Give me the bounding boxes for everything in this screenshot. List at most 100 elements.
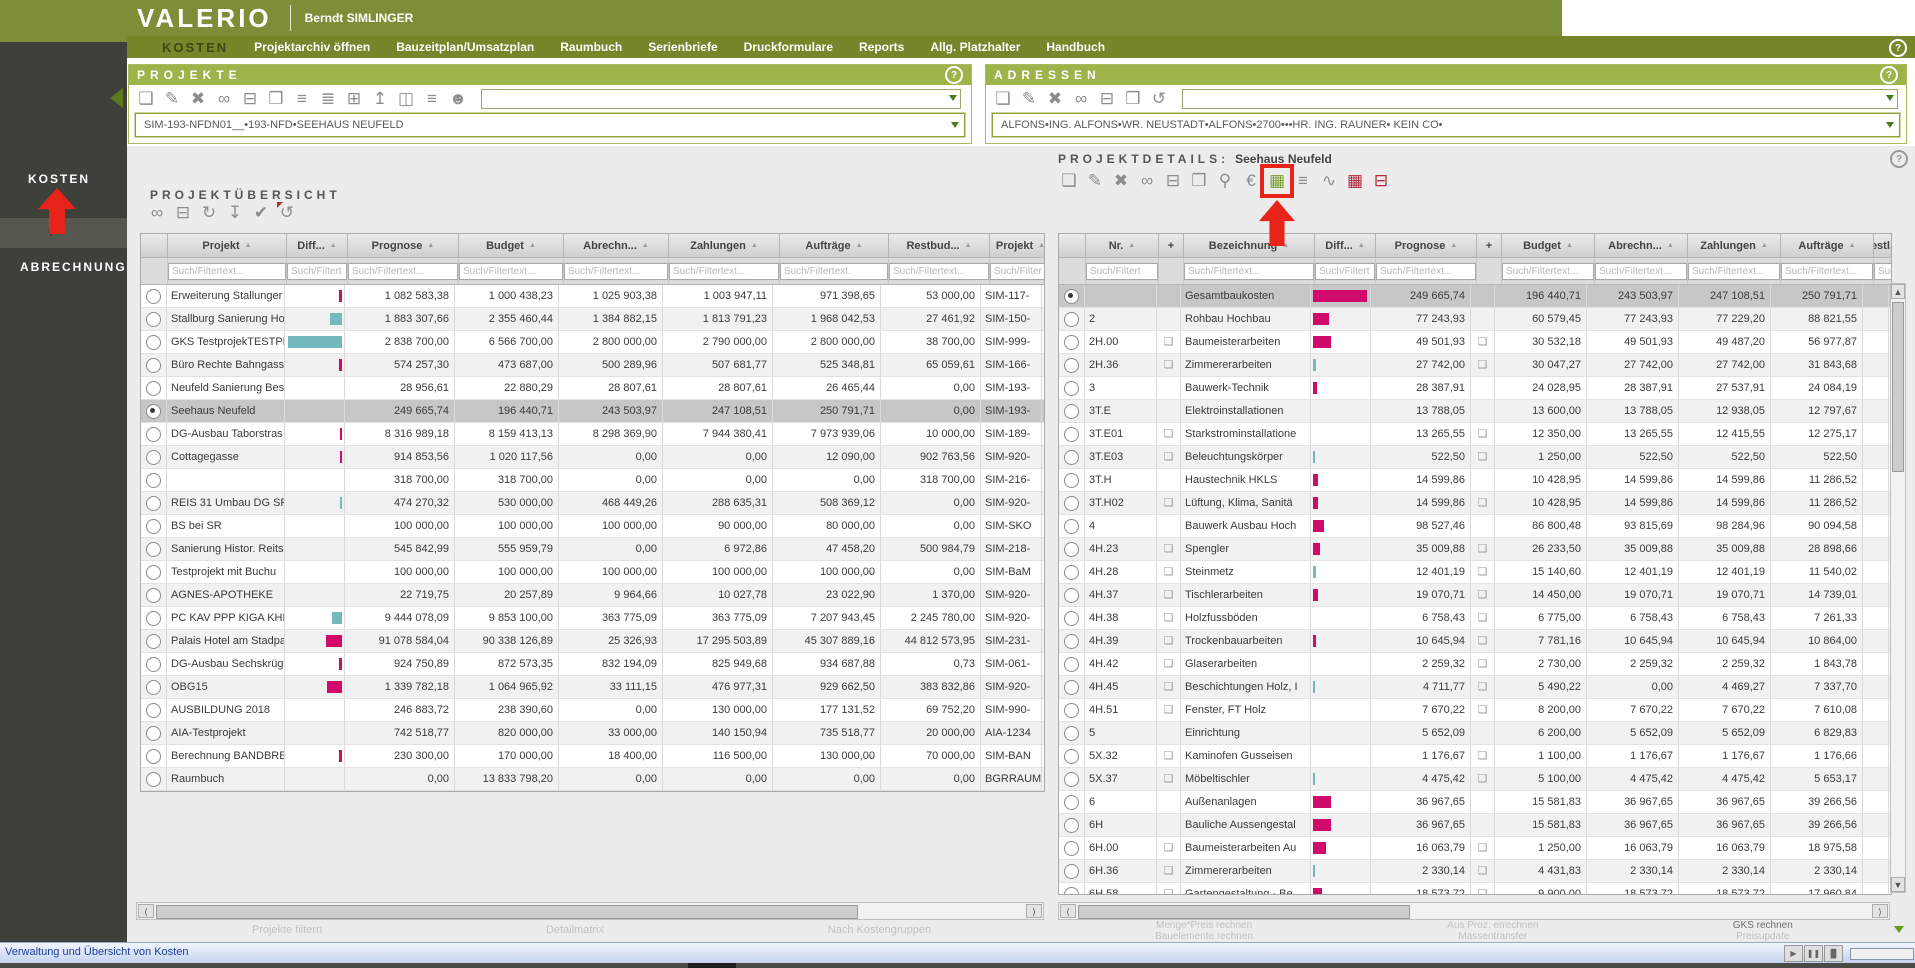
project-row[interactable]: Sanierung Histor. Reits 545 842,99 555 959… [141, 538, 1044, 561]
row-radio[interactable] [146, 680, 161, 695]
scroll-up-icon[interactable]: ▲ [1891, 284, 1905, 299]
row-radio[interactable] [1064, 312, 1079, 327]
row-radio[interactable] [1064, 358, 1079, 373]
column-header-budget[interactable]: Budget ▲ [1502, 234, 1595, 258]
delete-icon[interactable]: ✖ [1044, 88, 1066, 110]
menu-item-reports[interactable]: Reports [859, 40, 904, 54]
row-radio[interactable] [1064, 473, 1079, 488]
row-radio[interactable] [1064, 772, 1079, 787]
column-header-prognose[interactable]: Prognose ▲ [1376, 234, 1477, 258]
sidebar-item-kosten[interactable]: KOSTEN [28, 172, 90, 186]
column-header-auftr-ge[interactable]: Aufträge ▲ [1781, 234, 1874, 258]
project-row[interactable]: DG-Ausbau Sechskrüg 924 750,89 872 573,35 8… [141, 653, 1044, 676]
scrollbar-thumb[interactable] [156, 905, 858, 919]
cost-row[interactable]: 2H.00 ❏ Baumeisterarbeiten 49 501,93 ❏ 30 532… [1059, 331, 1891, 354]
row-radio[interactable] [146, 496, 161, 511]
column-header-bezeichnung[interactable]: Bezeichnung ▲ [1184, 234, 1315, 258]
folder-open-icon[interactable]: ❒ [1188, 170, 1210, 192]
menu-item-bauzeitplan-umsatzplan[interactable]: Bauzeitplan/Umsatzplan [396, 40, 534, 54]
column-header-diff...[interactable]: Diff... ▲ [1315, 234, 1376, 258]
confirm-check-icon[interactable]: ✔ [250, 202, 272, 224]
filter-projects-button[interactable]: Projekte filtern [252, 924, 322, 936]
column-header-abrechn...[interactable]: Abrechn... ▲ [1595, 234, 1688, 258]
refresh-icon[interactable]: ↻ [198, 202, 220, 224]
menu-item-projektarchiv-ffnen[interactable]: Projektarchiv öffnen [254, 40, 370, 54]
row-radio[interactable] [1064, 542, 1079, 557]
delete-icon[interactable]: ✖ [187, 88, 209, 110]
project-row[interactable]: 970-DISS EFH866 408,36866 408,360,000,00… [141, 791, 1044, 792]
chart-icon[interactable]: ∿ [1318, 170, 1340, 192]
project-row[interactable]: AGNES-APOTHEKE 22 719,75 20 257,89 9 964,66… [141, 584, 1044, 607]
cost-row[interactable]: 6H.00 ❏ Baumeisterarbeiten Au 16 063,79 ❏ 1 2… [1059, 837, 1891, 860]
filter-input-prognose[interactable] [348, 262, 458, 280]
project-select-dropdown[interactable]: SIM-193-NFDN01__•193-NFD•SEEHAUS NEUFELD [135, 113, 965, 137]
project-row[interactable]: AIA-Testprojekt 742 518,77 820 000,00 33 00… [141, 722, 1044, 745]
column-header-zahlungen[interactable]: Zahlungen ▲ [669, 234, 780, 258]
binoculars-icon[interactable]: ∞ [1136, 170, 1158, 192]
project-row[interactable]: DG-Ausbau Taborstras 8 316 989,18 8 159 41… [141, 423, 1044, 446]
filter-input-zahlungen[interactable] [1688, 262, 1780, 280]
column-header-restbud...[interactable]: Restbud... ▲ [889, 234, 990, 258]
filter-input-bezeichnung[interactable] [1184, 262, 1314, 280]
column-header-restl...[interactable]: Restl...▲ [1874, 234, 1891, 258]
row-radio[interactable] [146, 427, 161, 442]
cost-row[interactable]: 4H.51 ❏ Fenster, FT Holz 7 670,22 ❏ 8 200,00 7… [1059, 699, 1891, 722]
column-header-budget[interactable]: Budget ▲ [459, 234, 564, 258]
column-header-projekt[interactable]: Projekt ▲ [168, 234, 287, 258]
print-icon[interactable]: ⊟ [1096, 88, 1118, 110]
project-row[interactable]: Testprojekt mit Buchu 100 000,00 100 000,0… [141, 561, 1044, 584]
cost-row[interactable]: 3T.H Haustechnik HKLS 14 599,86 10 428,95 14… [1059, 469, 1891, 492]
column-header-zahlungen[interactable]: Zahlungen ▲ [1688, 234, 1781, 258]
filter-input-diff...[interactable] [1315, 262, 1375, 280]
cost-row[interactable]: 6H.58 ❏ Gartengestaltung - Be 18 573,72 ❏ 9 9… [1059, 883, 1891, 894]
row-radio[interactable] [146, 335, 161, 350]
split-view-icon[interactable]: ◫ [395, 88, 417, 110]
print-icon[interactable]: ⊟ [172, 202, 194, 224]
overview-horizontal-scrollbar[interactable]: ⟨ ⟩ [136, 902, 1044, 920]
list-details-icon[interactable]: ≡ [421, 88, 443, 110]
row-radio[interactable] [146, 519, 161, 534]
row-radio[interactable] [146, 381, 161, 396]
binoculars-icon[interactable]: ∞ [213, 88, 235, 110]
list-icon[interactable]: ≡ [291, 88, 313, 110]
filter-input-projekt[interactable] [168, 262, 286, 280]
list-icon[interactable]: ≡ [1292, 170, 1314, 192]
filter-input-projekt[interactable] [990, 262, 1044, 280]
filter-input-restbud...[interactable] [889, 262, 989, 280]
row-radio[interactable] [1064, 496, 1079, 511]
cost-row[interactable]: 3 Bauwerk-Technik 28 387,91 24 028,95 28 387… [1059, 377, 1891, 400]
row-radio[interactable] [146, 703, 161, 718]
details-vertical-scrollbar[interactable]: ▲ ▼ [1890, 283, 1906, 893]
project-row[interactable]: Neufeld Sanierung Bes 28 956,61 22 880,29 2… [141, 377, 1044, 400]
project-row[interactable]: Büro Rechte Bahngass 574 257,30 473 687,00… [141, 354, 1044, 377]
project-row[interactable]: GKS TestprojekTESTPR 2 838 700,00 6 566 70… [141, 331, 1044, 354]
edit-icon[interactable]: ✎ [1084, 170, 1106, 192]
scroll-right-icon[interactable]: ⟩ [1872, 904, 1888, 918]
help-icon[interactable]: ? [1880, 66, 1898, 84]
cost-row[interactable]: 5X.32 ❏ Kaminofen Gusseisen 1 176,67 ❏ 1 100,… [1059, 745, 1891, 768]
row-radio[interactable] [146, 772, 161, 787]
row-radio[interactable] [1064, 818, 1079, 833]
details-footer-button-menge-preis-rechnen[interactable]: Menge*Preis rechnen Bauelemente rechnen [1155, 920, 1253, 942]
project-row[interactable]: REIS 31 Umbau DG SF 474 270,32 530 000,00 4… [141, 492, 1044, 515]
details-horizontal-scrollbar[interactable]: ⟨ ⟩ [1058, 902, 1890, 920]
row-radio[interactable] [1064, 841, 1079, 856]
details-footer-button-gks-rechnen[interactable]: GKS rechnen Preisupdate [1733, 920, 1793, 942]
row-radio[interactable] [1064, 404, 1079, 419]
column-header-diff...[interactable]: Diff... ▲ [287, 234, 348, 258]
play-icon[interactable]: ▶ [1784, 945, 1803, 962]
project-row[interactable]: Cottagegasse 914 853,56 1 020 117,56 0,00 0,… [141, 446, 1044, 469]
row-radio[interactable] [146, 473, 161, 488]
cost-row[interactable]: 4H.37 ❏ Tischlerarbeiten 19 070,71 ❏ 14 450,0… [1059, 584, 1891, 607]
sidebar-item-abrechnung[interactable]: ABRECHNUNG [20, 260, 127, 274]
print-document-icon[interactable]: ⊞ [343, 88, 365, 110]
filter-input-abrechn...[interactable] [564, 262, 668, 280]
row-radio[interactable] [1064, 588, 1079, 603]
history-undo-flagged-icon[interactable]: ↺ [276, 202, 298, 224]
filter-input-budget[interactable] [1502, 262, 1594, 280]
row-radio[interactable] [146, 450, 161, 465]
menu-item-serienbriefe[interactable]: Serienbriefe [648, 40, 717, 54]
person-icon[interactable]: ☻ [447, 88, 469, 110]
project-row[interactable]: OBG15 1 339 782,18 1 064 965,92 33 111,15 47… [141, 676, 1044, 699]
cost-row[interactable]: 4H.23 ❏ Spengler 35 009,88 ❏ 26 233,50 35 009,… [1059, 538, 1891, 561]
